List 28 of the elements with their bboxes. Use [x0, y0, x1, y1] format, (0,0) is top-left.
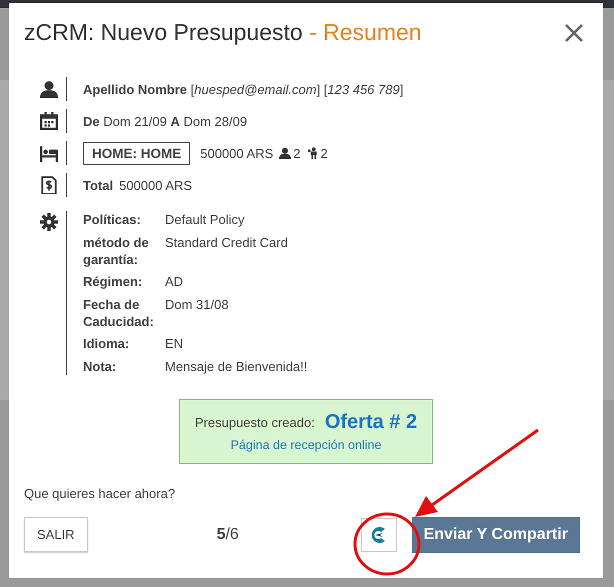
detail-value: EN: [165, 335, 184, 352]
offer-label: Presupuesto creado:: [194, 414, 315, 430]
dialog-title: zCRM: Nuevo Presupuesto - Resumen: [24, 18, 422, 47]
room-price: 500000 ARS: [200, 146, 274, 160]
detail-value: Dom 31/08: [165, 296, 230, 314]
offer-number: Oferta # 2: [324, 410, 418, 434]
detail-label: método de garantía:: [83, 234, 150, 268]
room-tag: HOME: HOME: [83, 142, 190, 164]
total-label: Total: [83, 178, 114, 192]
send-share-button[interactable]: Enviar Y Compartir: [412, 516, 580, 552]
step-counter: 5/6: [216, 526, 240, 544]
adults-count: 2: [293, 146, 300, 160]
detail-value: AD: [165, 273, 184, 290]
detail-label: Fecha de Caducidad:: [83, 296, 155, 330]
detail-label: Políticas:: [83, 211, 142, 228]
detail-value: Standard Credit Card: [165, 234, 289, 252]
total-value: 500000 ARS: [119, 178, 192, 192]
children-count: 2: [320, 146, 328, 160]
detail-label: Nota:: [83, 358, 118, 374]
detail-value: Mensaje de Bienvenida!!: [165, 358, 308, 374]
exit-button[interactable]: SALIR: [24, 517, 88, 552]
detail-value: Default Policy: [165, 211, 246, 228]
detail-label: Idioma:: [83, 335, 130, 352]
guest-info: Apellido Nombre [huesped@email.com] [123 456 789]: [83, 82, 404, 96]
detail-label: Régimen:: [83, 273, 144, 290]
stay-dates: De Dom 21/09 A Dom 28/09: [83, 114, 248, 128]
online-page-link[interactable]: Página de recepción online: [230, 438, 382, 452]
prompt-text: Que quieres hacer ahora?: [24, 486, 176, 500]
